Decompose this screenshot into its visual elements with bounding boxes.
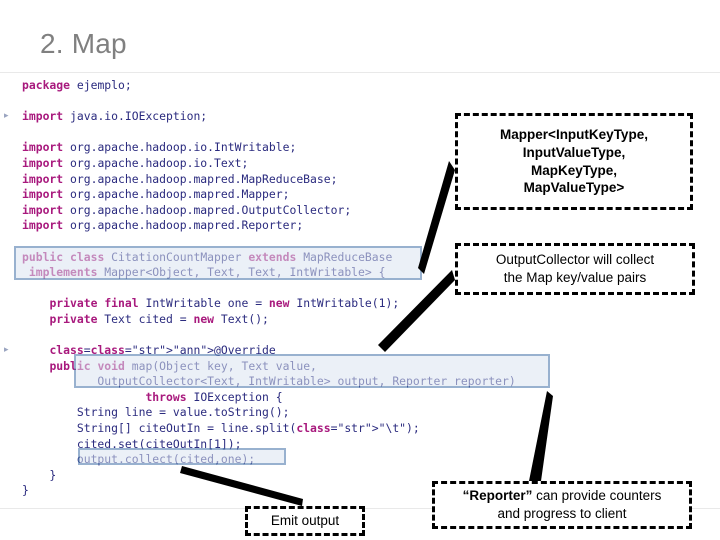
- code-line-text: implements Mapper<Object, Text, Text, In…: [28, 265, 386, 280]
- callout-reporter-rest: can provide counters: [532, 488, 662, 504]
- code-line-text: OutputCollector<Text, IntWritable> outpu…: [22, 374, 516, 389]
- code-line-text: private final IntWritable one = new IntW…: [49, 296, 400, 311]
- code-line-text: public class CitationCountMapper extends…: [22, 249, 393, 264]
- code-line-text: import org.apache.hadoop.mapred.Mapper;: [22, 187, 290, 202]
- callout-collector-line-1: OutputCollector will collect: [495, 252, 655, 268]
- code-line: String line = value.toString();: [0, 405, 600, 421]
- code-line: public void map(Object key, Text value,: [0, 359, 600, 375]
- callout-reporter-line-1: “Reporter” can provide counters: [463, 487, 662, 505]
- code-line-text: class=class="str">"ann">@Override: [49, 343, 276, 358]
- code-line-text: }: [22, 483, 29, 498]
- callout-mapper-line-2: InputValueType,: [522, 144, 626, 160]
- code-line-text: private Text cited = new Text();: [49, 311, 269, 326]
- code-line: String[] citeOutIn = line.split(class="s…: [0, 421, 600, 437]
- code-line-text: import org.apache.hadoop.mapred.OutputCo…: [22, 202, 352, 217]
- callout-reporter: “Reporter” can provide counters and prog…: [432, 481, 692, 529]
- code-line: throws IOException {: [0, 390, 600, 406]
- code-line: package ejemplo;: [0, 78, 600, 94]
- page-title: 2. Map: [40, 28, 127, 59]
- code-line-text: String line = value.toString();: [22, 405, 290, 420]
- callout-mapper-line-1: Mapper<InputKeyType,: [500, 127, 648, 143]
- code-line-text: import org.apache.hadoop.io.IntWritable;: [22, 140, 297, 155]
- code-line-text: import org.apache.hadoop.mapred.MapReduc…: [22, 171, 338, 186]
- code-line-text: String[] citeOutIn = line.split(class="s…: [22, 421, 420, 436]
- code-line-text: throws IOException {: [145, 389, 283, 404]
- code-line-text: public void map(Object key, Text value,: [49, 358, 317, 373]
- callout-collector-line-2: the Map key/value pairs: [503, 270, 647, 285]
- callout-emit-label: Emit output: [270, 513, 340, 529]
- code-line-text: import java.io.IOException;: [22, 109, 208, 124]
- callout-mapper-line-3: MapKeyType,: [530, 162, 618, 178]
- code-line: ▸ class=class="str">"ann">@Override: [0, 343, 600, 359]
- code-line-text: package ejemplo;: [22, 78, 132, 92]
- code-fold-icon[interactable]: ▸: [4, 112, 12, 121]
- code-line: cited.set(citeOutIn[1]);: [0, 437, 600, 453]
- code-line-text: output.collect(cited,one);: [22, 452, 256, 467]
- code-line-text: cited.set(citeOutIn[1]);: [22, 436, 242, 451]
- code-line-text: import org.apache.hadoop.io.Text;: [22, 155, 249, 170]
- code-line: import org.apache.hadoop.mapred.Reporter…: [0, 218, 600, 234]
- callout-mapper-signature: Mapper<InputKeyType, InputValueType, Map…: [455, 113, 693, 210]
- code-line-text: }: [22, 467, 57, 482]
- slide-canvas: 2. Map package ejemplo; ▸ import java.io.I…: [0, 0, 720, 540]
- callout-reporter-line-2: and progress to client: [497, 506, 627, 521]
- callout-emit-output: Emit output: [245, 506, 365, 536]
- code-line: private Text cited = new Text();: [0, 312, 600, 328]
- code-line: OutputCollector<Text, IntWritable> outpu…: [0, 374, 600, 390]
- callout-reporter-keyword: “Reporter”: [462, 488, 533, 504]
- callout-output-collector: OutputCollector will collect the Map key…: [455, 243, 695, 295]
- callout-mapper-line-4: MapValueType>: [523, 180, 625, 196]
- code-line: output.collect(cited,one);: [0, 452, 600, 468]
- code-fold-icon[interactable]: ▸: [4, 346, 12, 355]
- divider-top: [0, 72, 720, 73]
- code-line-text: import org.apache.hadoop.mapred.Reporter…: [22, 218, 304, 233]
- code-line: private final IntWritable one = new IntW…: [0, 296, 600, 312]
